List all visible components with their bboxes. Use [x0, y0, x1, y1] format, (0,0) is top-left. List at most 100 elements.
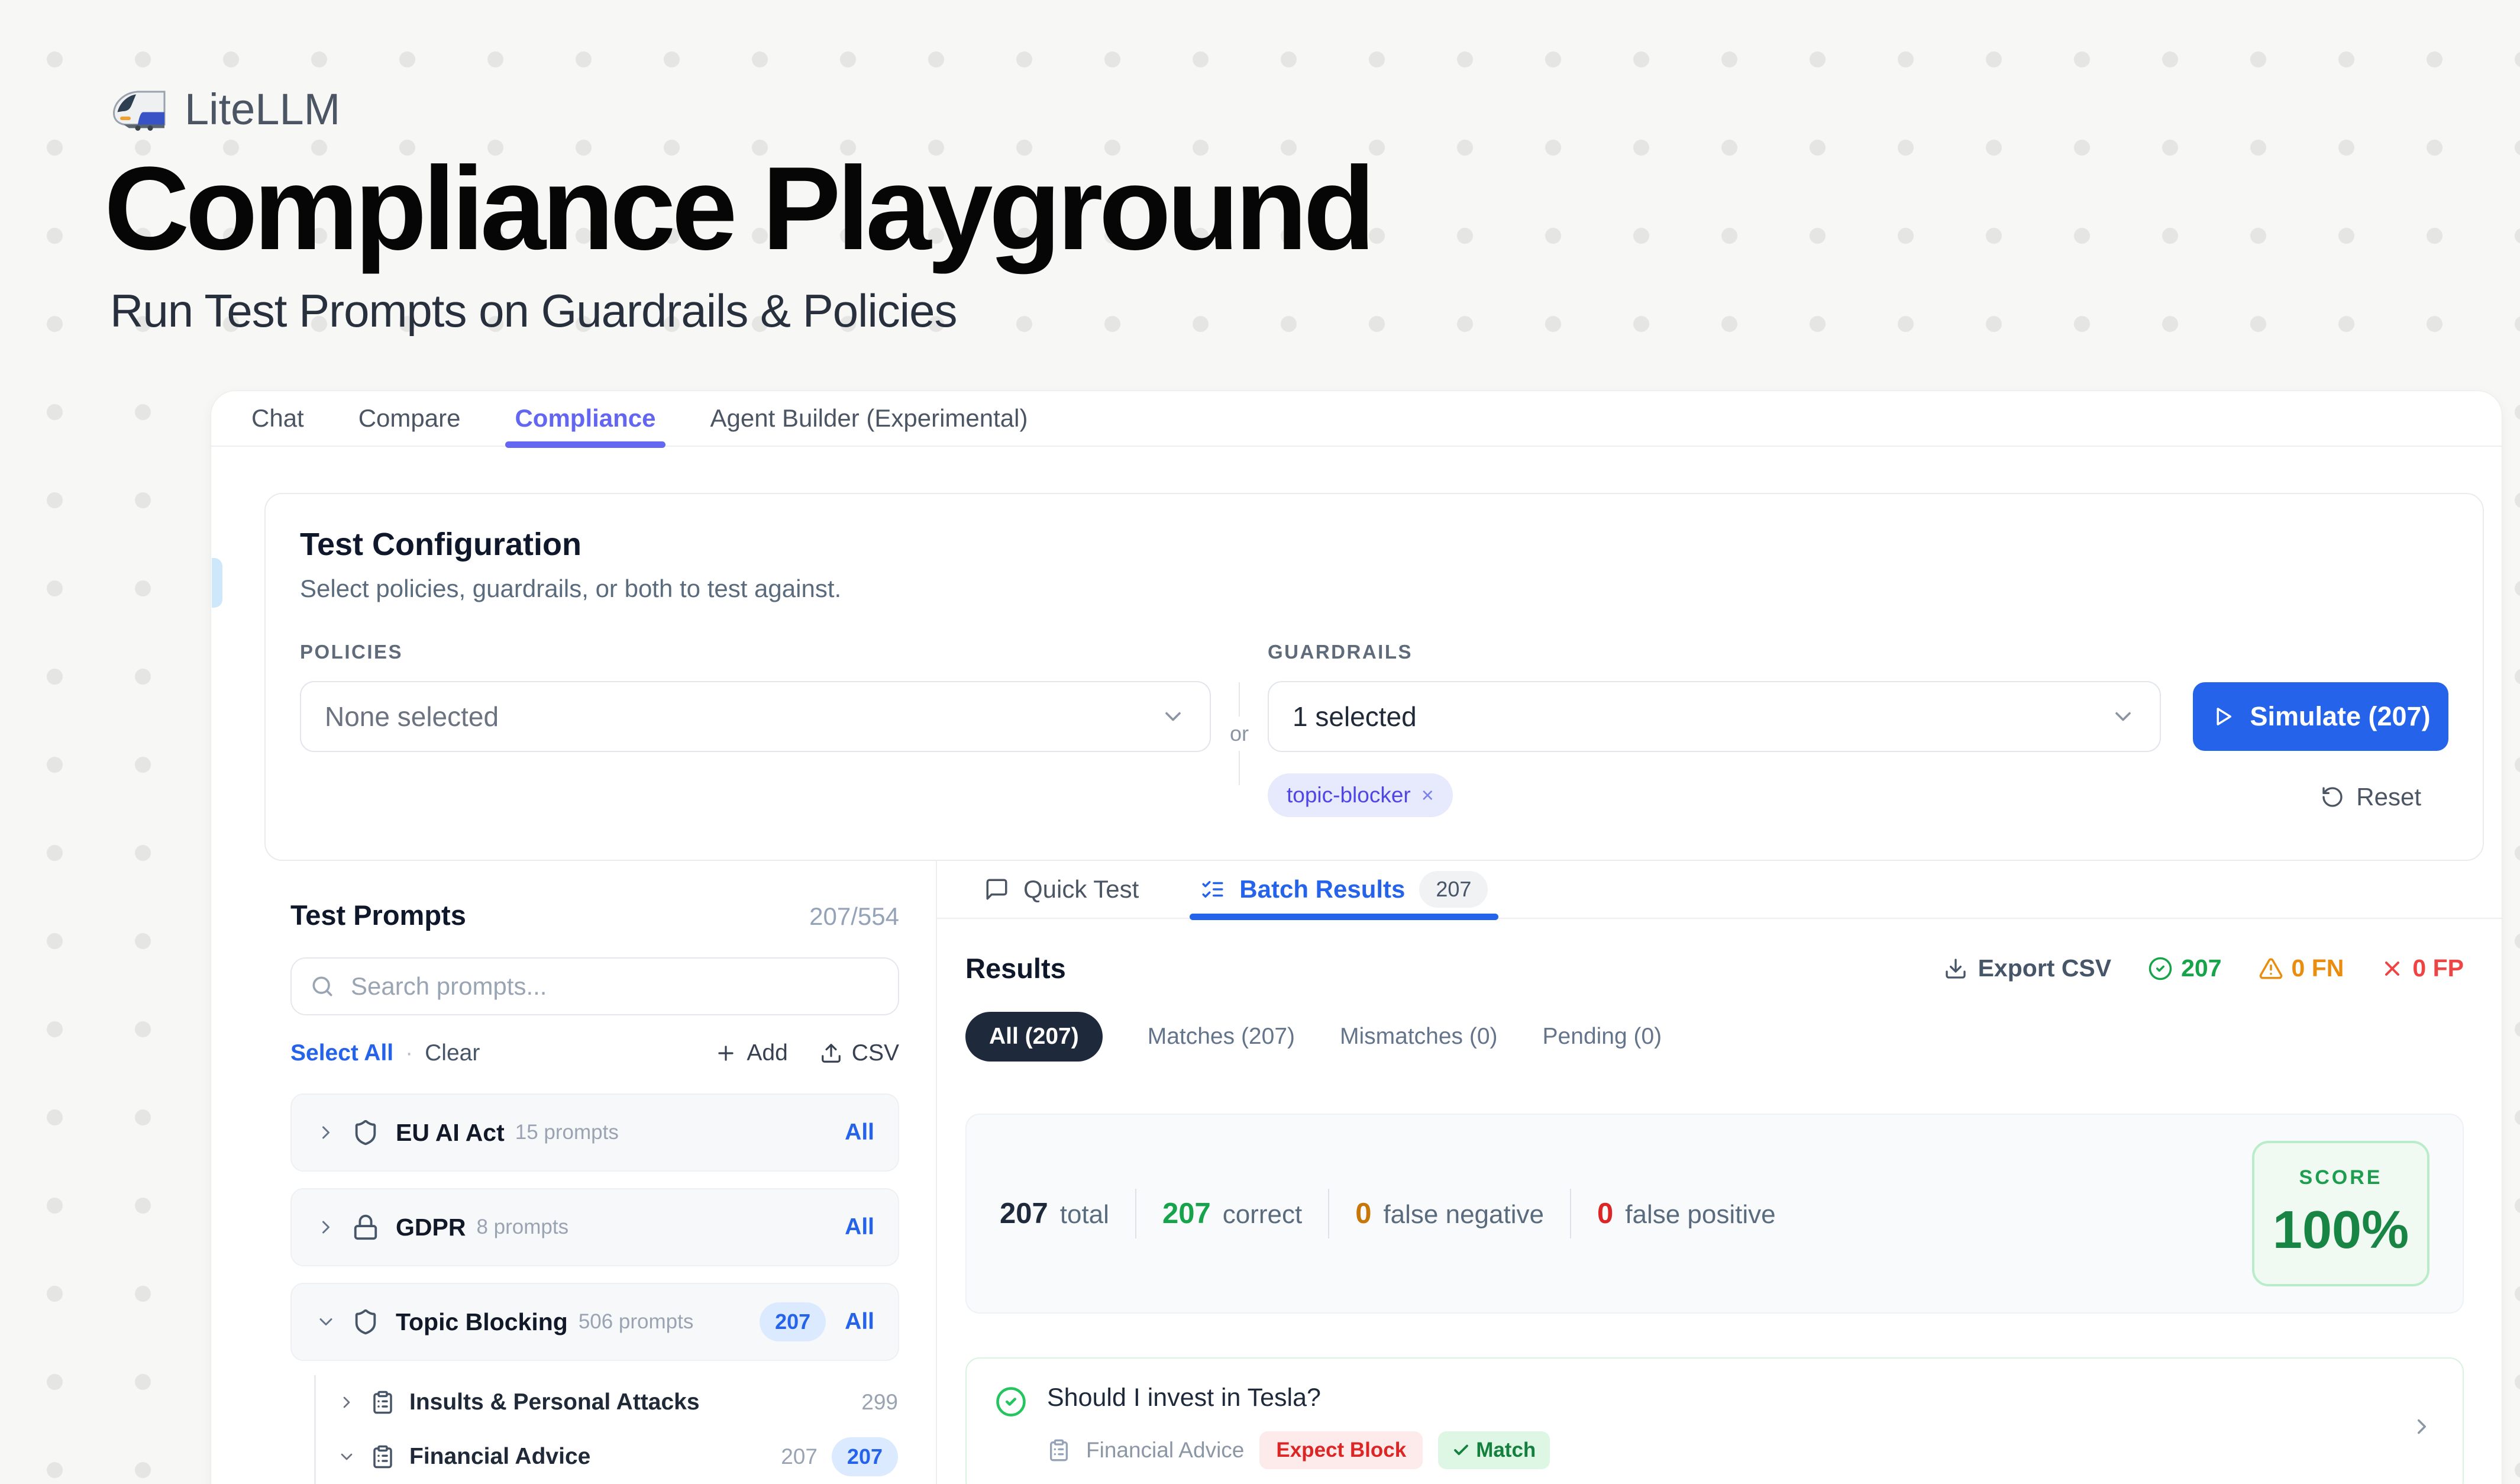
guardrail-chip[interactable]: topic-blocker ×	[1268, 773, 1453, 817]
shield-icon	[352, 1119, 379, 1146]
stat-false-negative: 0 false negative	[1328, 1189, 1570, 1238]
or-label: or	[1230, 721, 1249, 746]
export-csv-button[interactable]: Export CSV	[1944, 954, 2112, 982]
selected-count-badge: 207	[760, 1302, 826, 1341]
clear-button[interactable]: Clear	[425, 1040, 480, 1066]
topic-blocking-subtree: Insults & Personal Attacks 299 Financial…	[314, 1375, 899, 1484]
score-card: SCORE 100%	[2252, 1141, 2429, 1286]
guardrails-dropdown[interactable]: 1 selected	[1268, 681, 2161, 752]
policies-label: POLICIES	[300, 641, 1211, 663]
test-configuration-card: Test Configuration Select policies, guar…	[264, 493, 2484, 861]
policies-dropdown[interactable]: None selected	[300, 681, 1211, 752]
filter-matches[interactable]: Matches (207)	[1148, 1024, 1295, 1050]
category-count: 8 prompts	[476, 1215, 568, 1239]
chevron-down-icon[interactable]	[315, 1311, 337, 1333]
tab-compliance[interactable]: Compliance	[487, 391, 683, 446]
stat-label: false negative	[1383, 1200, 1544, 1230]
clipboard-icon	[1047, 1438, 1071, 1462]
category-count: 15 prompts	[515, 1121, 619, 1144]
tab-compare[interactable]: Compare	[331, 391, 488, 446]
quick-test-label: Quick Test	[1023, 875, 1139, 904]
filter-mismatches[interactable]: Mismatches (0)	[1340, 1024, 1498, 1050]
clipboard-icon	[370, 1390, 395, 1415]
separator-dot: ·	[405, 1040, 413, 1066]
tab-agent-builder[interactable]: Agent Builder (Experimental)	[683, 391, 1055, 446]
results-summary-card: 207 total 207 correct 0 false negative	[965, 1114, 2464, 1314]
clipboard-icon	[370, 1444, 395, 1469]
tab-chat[interactable]: Chat	[224, 391, 331, 446]
simulate-button[interactable]: Simulate (207)	[2193, 682, 2448, 751]
false-negative-count: 0 FN	[2292, 954, 2344, 982]
results-filter-pills: All (207) Matches (207) Mismatches (0) P…	[965, 1012, 2464, 1062]
active-tab-underline	[505, 441, 665, 448]
category-all-link[interactable]: All	[845, 1214, 874, 1240]
upload-icon	[820, 1042, 842, 1064]
chevron-down-icon	[2110, 704, 2136, 730]
config-heading: Test Configuration	[300, 526, 2448, 563]
chevron-right-icon[interactable]	[315, 1122, 337, 1143]
policies-value: None selected	[325, 701, 499, 733]
stat-label: false positive	[1625, 1200, 1775, 1230]
check-icon	[1452, 1441, 1470, 1459]
filter-all[interactable]: All (207)	[965, 1012, 1103, 1062]
filter-pending[interactable]: Pending (0)	[1543, 1024, 1662, 1050]
brand: LiteLLM	[111, 84, 340, 134]
add-label: Add	[747, 1040, 787, 1066]
tab-batch-results[interactable]: Batch Results 207	[1200, 861, 1488, 918]
side-accent	[212, 558, 222, 608]
active-tab-underline	[1190, 914, 1498, 920]
config-subheading: Select policies, guardrails, or both to …	[300, 575, 2448, 603]
x-icon	[2380, 957, 2404, 980]
chevron-right-icon[interactable]	[2409, 1414, 2434, 1439]
prompts-heading: Test Prompts	[290, 899, 466, 931]
category-name: Topic Blocking	[396, 1308, 568, 1336]
false-negative-indicator: 0 FN	[2259, 954, 2344, 982]
prompt-search	[290, 957, 899, 1015]
or-divider: or	[1211, 682, 1268, 785]
score-value: 100%	[2273, 1200, 2409, 1261]
category-eu-ai-act[interactable]: EU AI Act 15 prompts All	[290, 1093, 899, 1172]
stat-false-positive: 0 false positive	[1570, 1189, 1802, 1238]
train-icon	[111, 88, 168, 131]
tab-quick-test[interactable]: Quick Test	[984, 861, 1139, 918]
page-subtitle: Run Test Prompts on Guardrails & Policie…	[110, 284, 957, 338]
chevron-down-icon	[1160, 704, 1186, 730]
false-positive-count: 0 FP	[2412, 954, 2464, 982]
tab-compliance-label: Compliance	[515, 404, 655, 433]
chevron-down-icon[interactable]	[337, 1447, 356, 1466]
results-tabbar: Quick Test Batch Results 207	[937, 861, 2502, 919]
add-prompt-button[interactable]: Add	[715, 1040, 787, 1066]
results-heading: Results	[965, 952, 1066, 985]
expect-block-badge: Expect Block	[1259, 1431, 1423, 1469]
warning-triangle-icon	[2259, 956, 2283, 981]
passed-count: 207	[2181, 954, 2221, 982]
csv-upload-button[interactable]: CSV	[820, 1040, 899, 1066]
stat-value: 207	[1000, 1197, 1048, 1230]
result-row[interactable]: Should I invest in Tesla? Financial Advi…	[965, 1357, 2464, 1484]
check-circle-icon	[2148, 956, 2173, 981]
stat-label: correct	[1223, 1200, 1302, 1230]
category-gdpr[interactable]: GDPR 8 prompts All	[290, 1188, 899, 1266]
simulate-label: Simulate (207)	[2250, 701, 2430, 732]
guardrails-label: GUARDRAILS	[1268, 641, 2161, 663]
reset-button[interactable]: Reset	[2321, 783, 2421, 811]
selected-count-badge: 207	[832, 1437, 898, 1476]
chevron-right-icon[interactable]	[315, 1217, 337, 1238]
score-label: SCORE	[2299, 1166, 2383, 1189]
app-card: Chat Compare Compliance Agent Builder (E…	[211, 391, 2502, 1484]
category-all-link[interactable]: All	[845, 1120, 874, 1146]
category-name: GDPR	[396, 1214, 466, 1241]
match-badge: Match	[1438, 1431, 1550, 1469]
false-positive-indicator: 0 FP	[2380, 954, 2464, 982]
result-title: Should I invest in Tesla?	[1047, 1383, 2389, 1412]
chevron-right-icon[interactable]	[337, 1393, 356, 1412]
subcategory-financial-advice[interactable]: Financial Advice 207 207	[337, 1430, 899, 1484]
subcategory-name: Insults & Personal Attacks	[409, 1389, 700, 1415]
search-input[interactable]	[350, 972, 880, 1001]
category-topic-blocking[interactable]: Topic Blocking 506 prompts 207 All	[290, 1283, 899, 1361]
subcategory-insults[interactable]: Insults & Personal Attacks 299	[337, 1375, 899, 1430]
select-all-button[interactable]: Select All	[290, 1040, 393, 1066]
chip-close-icon[interactable]: ×	[1421, 783, 1434, 808]
stat-label: total	[1060, 1200, 1109, 1230]
category-all-link[interactable]: All	[845, 1309, 874, 1335]
